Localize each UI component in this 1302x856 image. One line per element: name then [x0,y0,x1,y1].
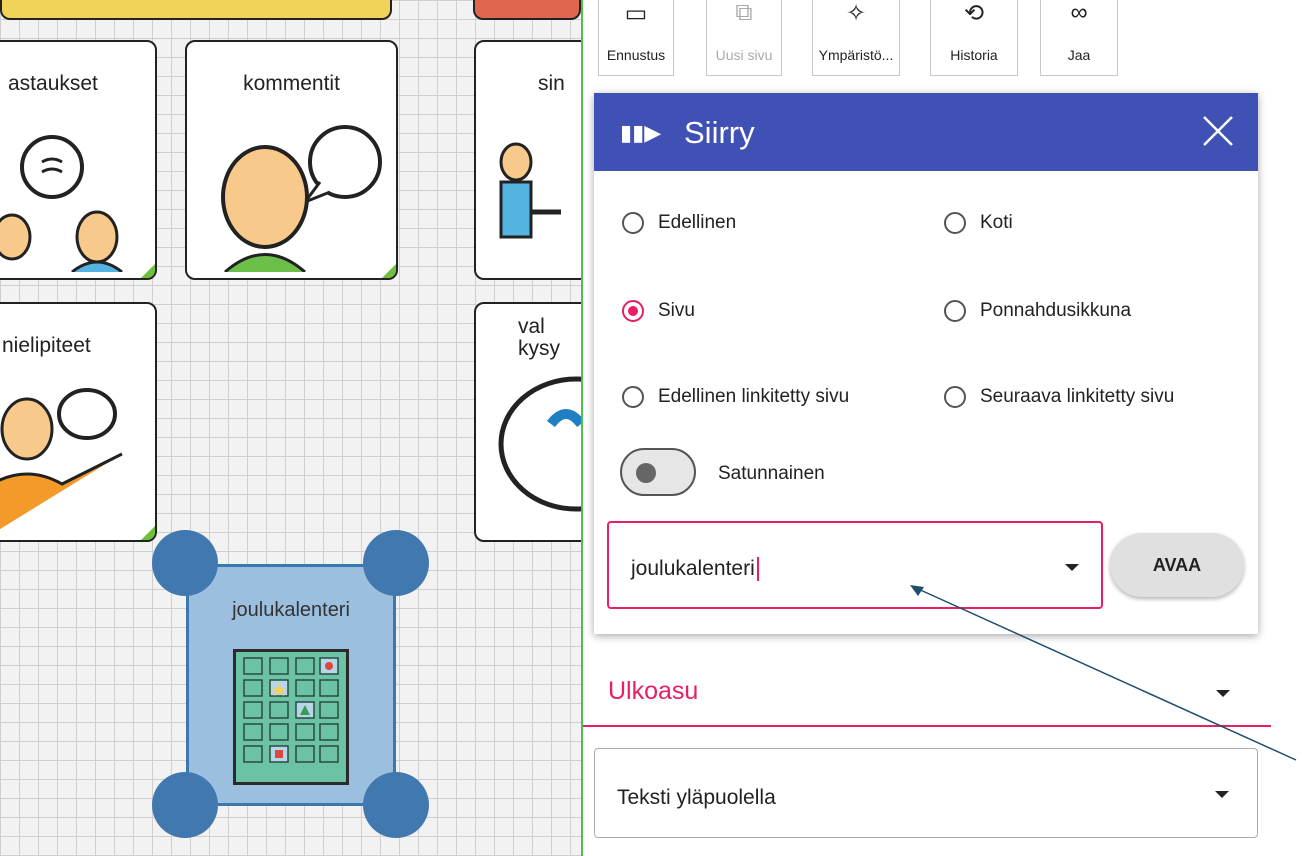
tile-sin[interactable]: sin [474,40,581,280]
tile-mielipiteet[interactable]: nielipiteet [0,302,157,542]
share-icon: ∞ [1070,0,1088,26]
open-button[interactable]: AVAA [1110,533,1244,597]
radio-circle [622,386,644,408]
dialog-title: Siirry [684,115,755,150]
close-icon[interactable] [1198,111,1238,151]
tile-top-red[interactable] [473,0,581,20]
tile-top-yellow[interactable] [0,0,392,20]
radio-label: Sivu [658,300,695,321]
tile-kommentit[interactable]: kommentit [185,40,398,280]
chevron-down-icon[interactable] [1216,690,1230,697]
goto-arrow-icon: ▮▮▶ [620,120,662,145]
radio-label: Ponnahdusikkuna [980,300,1132,321]
text-cursor [756,557,759,582]
chevron-down-icon[interactable] [1215,791,1229,798]
radio-seuraava-linkitetty[interactable]: Seuraava linkitetty sivu [944,386,1174,408]
comments-pictogram-icon [221,125,382,272]
advent-calendar-icon [233,649,349,785]
environment-button[interactable]: ✧ Ympäristö... [812,0,900,76]
tile-vastaukset[interactable]: astaukset [0,40,157,280]
tile-valitse-kysymys[interactable]: val kysy [474,302,581,542]
prediction-button[interactable]: ▭ Ennustus [598,0,674,76]
radio-ponnahdusikkuna[interactable]: Ponnahdusikkuna [944,300,1131,322]
radio-sivu[interactable]: Sivu [622,300,695,322]
resize-handle-bottom-right[interactable] [363,772,429,838]
section-underline [583,725,1271,727]
tile-label: astaukset [8,72,98,95]
resize-handle-bottom-left[interactable] [152,772,218,838]
speech-bubble-question-icon [498,376,581,512]
history-icon: ⟲ [963,0,985,27]
radio-label: Edellinen linkitetty sivu [658,386,850,407]
radio-edellinen[interactable]: Edellinen [622,212,736,234]
appearance-section-title[interactable]: Ulkoasu [608,677,698,706]
radio-circle-selected [622,300,644,322]
panel-divider [581,0,583,856]
text-position-select[interactable]: Teksti yläpuolella [594,748,1258,838]
radio-circle [944,300,966,322]
selected-tile-label: joulukalenteri [232,599,350,621]
page-select-value: joulukalenteri [631,557,759,582]
radio-koti[interactable]: Koti [944,212,1013,234]
history-button[interactable]: ⟲ Historia [930,0,1018,76]
tile-corner-marker [141,526,155,540]
selected-tile-joulukalenteri[interactable]: joulukalenteri [186,564,396,806]
random-toggle[interactable] [620,448,696,496]
answers-pictogram-icon [0,135,123,272]
tile-corner-marker [382,264,396,278]
text-position-value: Teksti yläpuolella [617,786,776,809]
goto-dialog: ▮▮▶ Siirry Edellinen Koti Sivu Ponnahdus… [594,93,1258,634]
board-canvas[interactable]: astaukset kommentit sin nielipiteet val … [0,0,581,856]
new-page-button[interactable]: ⧉ Uusi sivu [706,0,782,76]
page-select-field[interactable]: joulukalenteri [607,521,1103,609]
new-page-icon: ⧉ [735,0,753,26]
radio-circle [622,212,644,234]
tile-corner-marker [141,264,155,278]
radio-label: Seuraava linkitetty sivu [980,386,1175,407]
tile-label: sin [538,72,565,95]
opinions-pictogram-icon [0,388,123,530]
radio-label: Edellinen [658,212,737,233]
share-button[interactable]: ∞ Jaa [1040,0,1118,76]
lightbulb-icon: ✧ [845,0,867,27]
tile-label: kommentit [243,72,340,95]
toggle-knob [636,463,656,483]
person-pointing-icon [499,142,561,239]
random-toggle-label: Satunnainen [718,463,825,484]
dialog-header: ▮▮▶ Siirry [594,93,1258,171]
resize-handle-top-right[interactable] [363,530,429,596]
radio-circle [944,212,966,234]
tile-label: nielipiteet [2,334,91,357]
tile-label: val kysy [518,315,560,360]
radio-edellinen-linkitetty[interactable]: Edellinen linkitetty sivu [622,386,849,408]
resize-handle-top-left[interactable] [152,530,218,596]
radio-circle [944,386,966,408]
radio-label: Koti [980,212,1013,233]
prediction-icon: ▭ [624,0,648,27]
chevron-down-icon[interactable] [1065,564,1079,571]
